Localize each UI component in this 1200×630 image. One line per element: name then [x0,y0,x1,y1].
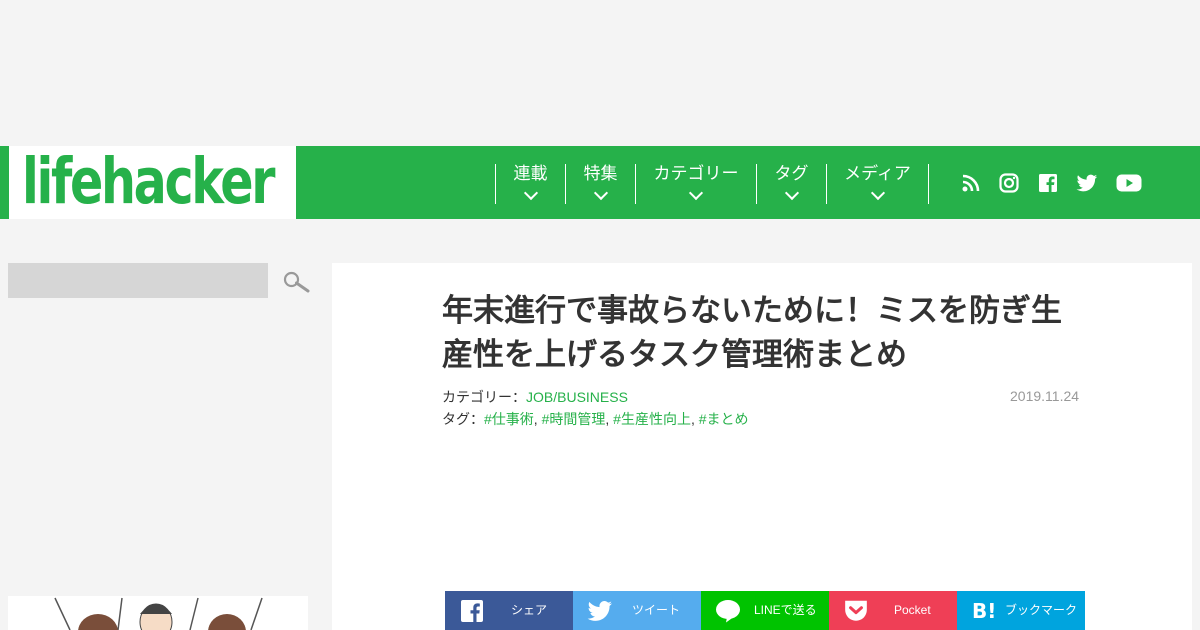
nav-item-label: 連載 [513,164,548,183]
share-label: ツイート [632,603,681,617]
logo-area[interactable]: lifehacker [0,145,296,219]
nav-item-categories[interactable]: カテゴリー [635,164,756,204]
nav-item-series[interactable]: 連載 [495,164,565,204]
category-link[interactable]: JOB/BUSINESS [526,389,628,405]
share-facebook-button[interactable]: シェア [445,591,573,630]
share-label: LINEで送る [754,603,817,617]
facebook-icon[interactable] [1037,173,1059,193]
tag-link[interactable]: #まとめ [699,411,749,427]
chevron-down-icon [870,185,885,201]
article-title: 年末進行で事故らないために！ミスを防ぎ生産性を上げるタスク管理術まとめ [442,293,1062,372]
nav-item-features[interactable]: 特集 [565,164,635,204]
twitter-icon [587,601,612,621]
logo-accent-bar [0,146,9,219]
instagram-icon[interactable] [998,173,1020,193]
facebook-icon [461,600,483,622]
search-input[interactable] [8,263,268,298]
tag-separator: , [533,411,538,427]
line-icon [716,600,740,623]
nav-divider [928,164,929,204]
youtube-icon[interactable] [1116,173,1142,193]
nav-item-label: カテゴリー [653,164,739,183]
nav-item-media[interactable]: メディア [826,164,928,204]
tag-link[interactable]: #生産性向上 [613,411,691,427]
sidebar-ad-illustration[interactable] [8,596,308,630]
rss-icon[interactable] [960,173,982,193]
twitter-icon[interactable] [1076,173,1098,193]
share-pocket-button[interactable]: Pocket [829,591,957,630]
tag-separator: , [690,411,695,427]
nav-item-label: 特集 [583,164,618,183]
svg-text:B!: B! [972,599,996,623]
share-line-button[interactable]: LINEで送る [701,591,829,630]
share-twitter-button[interactable]: ツイート [573,591,701,630]
tag-line: タグ：#仕事術, #時間管理, #生産性向上, #まとめ [442,408,749,430]
article-meta: カテゴリー：JOB/BUSINESS タグ：#仕事術, #時間管理, #生産性向… [442,386,749,430]
share-label: シェア [511,603,548,617]
share-hatena-button[interactable]: B! ブックマーク [957,591,1085,630]
article-card: 年末進行で事故らないために！ミスを防ぎ生産性を上げるタスク管理術まとめ カテゴリ… [332,263,1192,630]
hatena-bookmark-icon: B! [972,599,996,623]
nav-item-tags[interactable]: タグ [756,164,826,204]
tag-separator: , [605,411,610,427]
share-label: Pocket [894,603,931,617]
chevron-down-icon [688,185,704,201]
tag-label: タグ： [442,411,484,427]
share-label: ブックマーク [1005,603,1078,617]
category-label: カテゴリー： [442,389,526,405]
site-header: lifehacker 連載 特集 カテゴリー タグ メディア [0,145,1200,219]
pocket-icon [845,600,867,621]
share-buttons: シェア ツイート LINEで送る Pocket B! ブックマーク [445,591,1085,630]
tag-link[interactable]: #仕事術 [484,411,534,427]
chevron-down-icon [523,185,538,201]
category-line: カテゴリー：JOB/BUSINESS [442,386,749,408]
main-nav: 連載 特集 カテゴリー タグ メディア [296,146,1200,219]
publish-date: 2019.11.24 [1010,388,1080,404]
nav-item-label: タグ [774,164,809,183]
nav-item-label: メディア [844,164,911,183]
chevron-down-icon [593,185,608,201]
search-icon[interactable] [282,270,310,294]
site-logo[interactable]: lifehacker [22,142,276,222]
chevron-down-icon [784,185,799,201]
tag-link[interactable]: #時間管理 [542,411,606,427]
